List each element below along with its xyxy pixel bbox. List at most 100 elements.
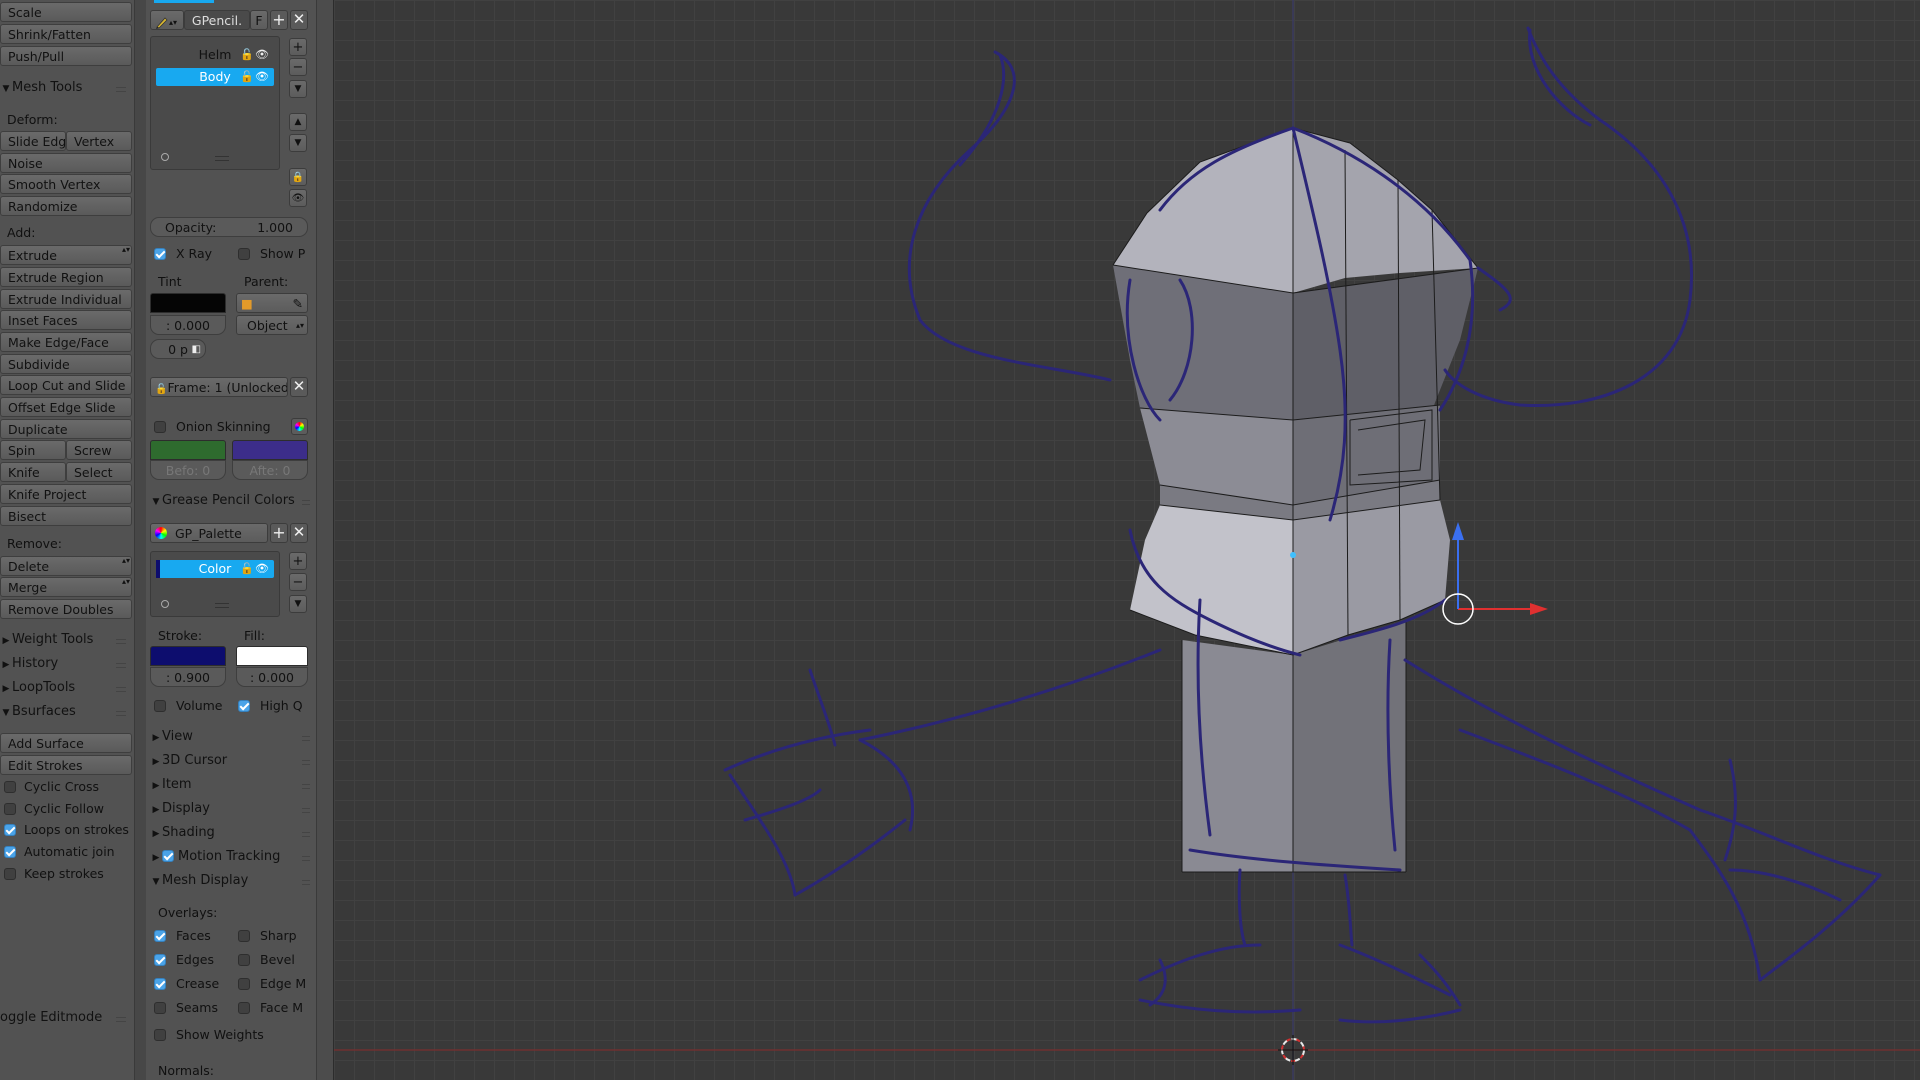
checkmark-icon[interactable] bbox=[154, 247, 166, 260]
keep-strokes-checkbox[interactable]: Keep strokes bbox=[4, 864, 104, 884]
checkbox-box[interactable] bbox=[4, 867, 16, 880]
overlay-faces-checkbox[interactable]: Faces bbox=[154, 926, 211, 946]
slide-edge-button[interactable]: Slide Edg bbox=[0, 131, 66, 151]
onion-before-color[interactable] bbox=[150, 440, 226, 460]
checkmark-icon[interactable] bbox=[154, 929, 166, 942]
chevron-down-icon[interactable]: ▼ bbox=[289, 595, 307, 613]
noise-button[interactable]: Noise bbox=[0, 153, 132, 173]
drag-grip-icon[interactable] bbox=[116, 87, 126, 92]
checkmark-icon[interactable] bbox=[162, 849, 174, 862]
add-palette-icon[interactable]: + bbox=[270, 523, 288, 543]
checkbox-box[interactable] bbox=[4, 780, 16, 793]
color-slot-item[interactable]: Color 🔓👁 bbox=[156, 560, 274, 578]
close-icon[interactable]: ✕ bbox=[290, 10, 308, 30]
grease-pencil-colors-header[interactable]: ▼ Grease Pencil Colors bbox=[150, 491, 312, 511]
onion-after-color[interactable] bbox=[232, 440, 308, 460]
layer-item-helm[interactable]: Helm 🔓👁 bbox=[156, 46, 274, 64]
resize-grip-icon[interactable] bbox=[215, 603, 229, 608]
overlay-seams-checkbox[interactable]: Seams bbox=[154, 998, 218, 1018]
extrude-individual-button[interactable]: Extrude Individual bbox=[0, 289, 132, 309]
parent-type-dropdown[interactable]: Object ▴▾ bbox=[236, 315, 308, 335]
shrink-fatten-button[interactable]: Shrink/Fatten bbox=[0, 24, 132, 44]
move-up-icon[interactable]: ▲ bbox=[289, 113, 307, 131]
loops-on-strokes-checkbox[interactable]: Loops on strokes bbox=[4, 820, 129, 840]
motion-tracking-section-header[interactable]: ▶ Motion Tracking bbox=[150, 847, 312, 867]
checkbox-box[interactable] bbox=[238, 1001, 250, 1014]
checkbox-box[interactable] bbox=[154, 420, 166, 433]
overlay-edge-marks-checkbox[interactable]: Edge M bbox=[238, 974, 306, 994]
overlay-face-marks-checkbox[interactable]: Face M bbox=[238, 998, 303, 1018]
mesh-display-section-header[interactable]: ▼ Mesh Display bbox=[150, 871, 312, 891]
looptools-panel-header[interactable]: ▶ LoopTools bbox=[0, 678, 132, 698]
checkbox-box[interactable] bbox=[238, 929, 250, 942]
scale-button[interactable]: Scale bbox=[0, 2, 132, 22]
color-wheel-icon[interactable] bbox=[291, 418, 308, 435]
knife-select-button[interactable]: Select bbox=[66, 462, 132, 482]
weight-tools-panel-header[interactable]: ▶ Weight Tools bbox=[0, 630, 132, 650]
add-surface-button[interactable]: Add Surface bbox=[0, 733, 132, 753]
thickness-field[interactable]: 0 p ◧ bbox=[150, 339, 206, 359]
checkmark-icon[interactable] bbox=[4, 845, 16, 858]
display-section-header[interactable]: ▶ Display bbox=[150, 799, 312, 819]
drag-grip-icon[interactable] bbox=[302, 856, 310, 861]
shading-section-header[interactable]: ▶ Shading bbox=[150, 823, 312, 843]
filter-icon[interactable] bbox=[161, 153, 169, 161]
drag-grip-icon[interactable] bbox=[116, 1017, 126, 1022]
knife-project-button[interactable]: Knife Project bbox=[0, 484, 132, 504]
inset-faces-button[interactable]: Inset Faces bbox=[0, 310, 132, 330]
tint-factor-field[interactable]: : 0.000 bbox=[150, 315, 226, 335]
eyedropper-icon[interactable]: ✎ bbox=[293, 294, 303, 312]
edit-strokes-button[interactable]: Edit Strokes bbox=[0, 755, 132, 775]
checkbox-box[interactable] bbox=[154, 699, 166, 712]
remove-color-icon[interactable]: − bbox=[289, 573, 307, 591]
xray-checkbox[interactable]: X Ray bbox=[154, 244, 212, 264]
layers-list[interactable]: Helm 🔓👁 Body 🔓👁 bbox=[150, 36, 280, 170]
lock-eye-icon[interactable]: 🔓👁 bbox=[240, 560, 270, 578]
overlay-bevel-checkbox[interactable]: Bevel bbox=[238, 950, 295, 970]
remove-doubles-button[interactable]: Remove Doubles bbox=[0, 599, 132, 619]
extrude-region-button[interactable]: Extrude Region bbox=[0, 267, 132, 287]
toggle-editmode-panel-header[interactable]: oggle Editmode bbox=[0, 1008, 132, 1028]
mesh-tools-panel-header[interactable]: ▼ Mesh Tools bbox=[0, 78, 132, 98]
offset-edge-slide-button[interactable]: Offset Edge Slide bbox=[0, 397, 132, 417]
overlay-sharp-checkbox[interactable]: Sharp bbox=[238, 926, 297, 946]
lock-eye-icon[interactable]: 🔓👁 bbox=[240, 46, 270, 64]
remove-layer-icon[interactable]: − bbox=[289, 58, 307, 76]
checkbox-box[interactable] bbox=[238, 953, 250, 966]
onion-after-field[interactable]: Afte: 0 bbox=[232, 460, 308, 480]
overlay-crease-checkbox[interactable]: Crease bbox=[154, 974, 219, 994]
drag-grip-icon[interactable] bbox=[302, 784, 310, 789]
parent-object-field[interactable]: ■ ✎ bbox=[236, 293, 308, 313]
checkmark-icon[interactable] bbox=[4, 823, 16, 836]
subdivide-button[interactable]: Subdivide bbox=[0, 354, 132, 374]
delete-frame-icon[interactable]: ✕ bbox=[290, 377, 308, 397]
merge-dropdown[interactable]: Merge bbox=[0, 577, 132, 597]
smooth-vertex-button[interactable]: Smooth Vertex bbox=[0, 174, 132, 194]
eye-icon[interactable]: 👁 bbox=[289, 189, 307, 207]
extrude-dropdown[interactable]: Extrude bbox=[0, 245, 132, 265]
history-panel-header[interactable]: ▶ History bbox=[0, 654, 132, 674]
item-section-header[interactable]: ▶ Item bbox=[150, 775, 312, 795]
layer-item-body[interactable]: Body 🔓👁 bbox=[156, 68, 274, 86]
make-edge-face-button[interactable]: Make Edge/Face bbox=[0, 332, 132, 352]
high-quality-checkbox[interactable]: High Q bbox=[238, 696, 303, 716]
filter-icon[interactable] bbox=[161, 600, 169, 608]
view-section-header[interactable]: ▶ View bbox=[150, 727, 312, 747]
onion-before-field[interactable]: Befo: 0 bbox=[150, 460, 226, 480]
checkbox-box[interactable] bbox=[238, 977, 250, 990]
palette-name-field[interactable]: GP_Palette bbox=[150, 523, 268, 543]
cyclic-follow-checkbox[interactable]: Cyclic Follow bbox=[4, 799, 104, 819]
show-points-checkbox[interactable]: Show P bbox=[238, 244, 305, 264]
drag-grip-icon[interactable] bbox=[116, 639, 126, 644]
fill-color-swatch[interactable] bbox=[236, 646, 308, 666]
push-pull-button[interactable]: Push/Pull bbox=[0, 46, 132, 66]
pencil-data-icon[interactable]: ▴▾ bbox=[150, 10, 184, 30]
checkmark-icon[interactable] bbox=[154, 977, 166, 990]
lock-icon[interactable]: 🔒 bbox=[289, 168, 307, 186]
add-icon[interactable]: + bbox=[270, 10, 288, 30]
add-color-icon[interactable]: + bbox=[289, 552, 307, 570]
3d-viewport[interactable] bbox=[334, 0, 1920, 1080]
drag-grip-icon[interactable] bbox=[302, 760, 310, 765]
opacity-field[interactable]: Opacity: 1.000 bbox=[150, 217, 308, 237]
resize-grip-icon[interactable] bbox=[215, 156, 229, 161]
